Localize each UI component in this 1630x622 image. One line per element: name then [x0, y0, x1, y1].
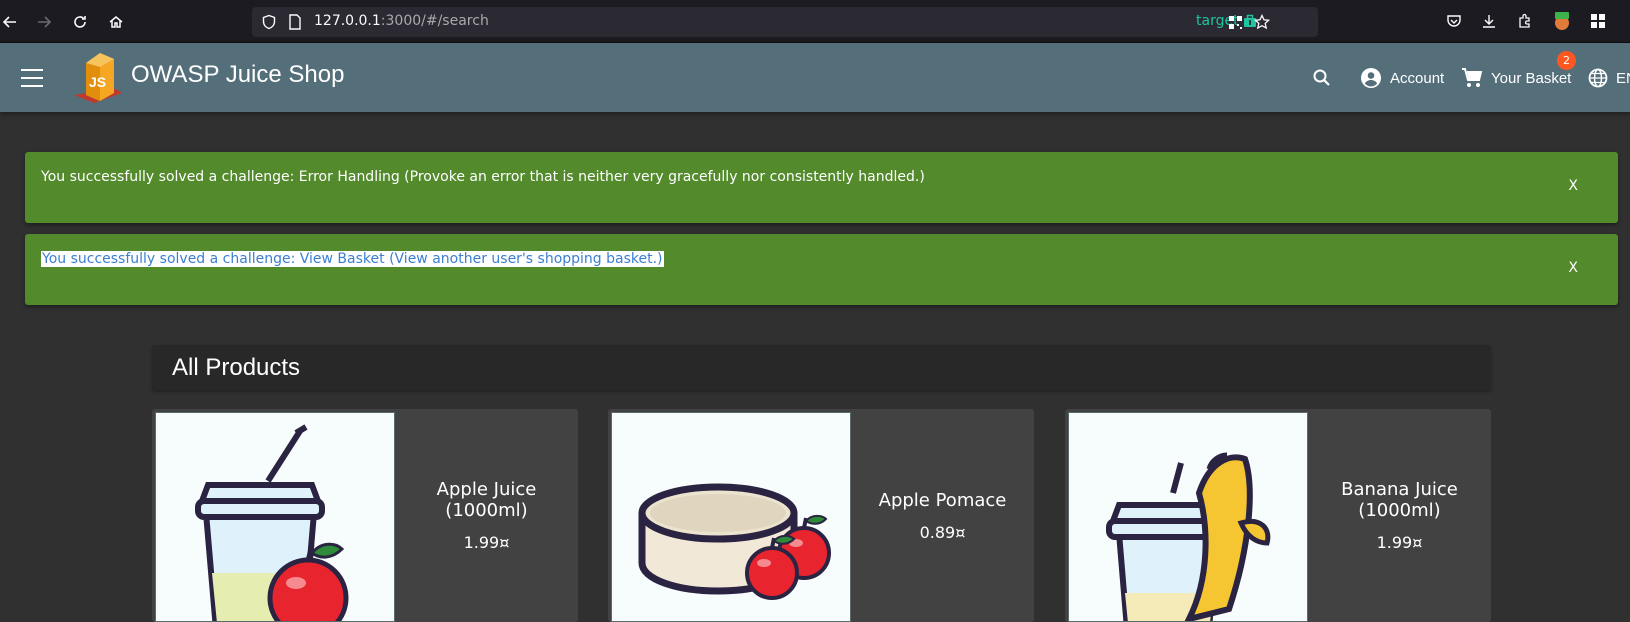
- product-price: 1.99¤: [1376, 533, 1423, 552]
- extensions-icon[interactable]: [1514, 10, 1536, 32]
- forward-arrow-icon[interactable]: [30, 8, 58, 36]
- url-text[interactable]: 127.0.0.1:3000/#/search: [314, 13, 489, 29]
- pocket-icon[interactable]: [1443, 10, 1465, 32]
- bookmark-star-icon[interactable]: [1253, 13, 1271, 31]
- account-label: Account: [1390, 69, 1445, 87]
- qr-code-icon[interactable]: [1226, 13, 1244, 31]
- address-bar[interactable]: 127.0.0.1:3000/#/search target: [252, 7, 1318, 37]
- reload-icon[interactable]: [66, 8, 94, 36]
- product-card[interactable]: Apple Pomace 0.89¤: [608, 409, 1034, 622]
- search-icon: [1313, 69, 1330, 86]
- account-circle-icon: [1361, 68, 1381, 88]
- product-card[interactable]: Apple Juice (1000ml) 1.99¤: [152, 409, 578, 622]
- basket-label: Your Basket: [1491, 69, 1572, 87]
- app-title[interactable]: OWASP Juice Shop: [131, 61, 344, 89]
- shopping-cart-icon: [1462, 68, 1483, 87]
- close-notification-button[interactable]: X: [1568, 260, 1578, 276]
- back-arrow-icon[interactable]: [0, 8, 24, 36]
- notification-text: You successfully solved a challenge: Err…: [41, 169, 925, 185]
- juice-shop-logo[interactable]: JS: [72, 49, 124, 105]
- shield-icon[interactable]: [260, 13, 278, 31]
- product-price: 1.99¤: [463, 533, 510, 552]
- svg-text:JS: JS: [89, 74, 106, 90]
- product-name: Apple Juice (1000ml): [436, 479, 537, 521]
- page-title: All Products: [172, 354, 301, 381]
- product-card[interactable]: Banana Juice (1000ml) 1.99¤: [1065, 409, 1491, 622]
- language-button[interactable]: EN: [1588, 63, 1630, 93]
- basket-button[interactable]: Your Basket: [1461, 63, 1571, 93]
- product-image[interactable]: [611, 412, 851, 622]
- app-grid-icon[interactable]: [1587, 10, 1609, 32]
- challenge-solved-snackbar: You successfully solved a challenge: Vie…: [25, 234, 1618, 305]
- download-icon[interactable]: [1478, 10, 1500, 32]
- challenge-solved-snackbar: You successfully solved a challenge: Err…: [25, 152, 1618, 223]
- home-icon[interactable]: [102, 8, 130, 36]
- product-info[interactable]: Apple Juice (1000ml) 1.99¤: [395, 409, 578, 622]
- app-toolbar: JS OWASP Juice Shop Account Your Basket …: [0, 43, 1630, 112]
- all-products-header: All Products: [152, 345, 1491, 390]
- account-button[interactable]: Account: [1360, 63, 1444, 93]
- product-name: Banana Juice (1000ml): [1341, 479, 1458, 521]
- foxyproxy-icon[interactable]: [1551, 10, 1573, 32]
- language-label: EN: [1616, 69, 1630, 87]
- product-info[interactable]: Apple Pomace 0.89¤: [851, 409, 1034, 622]
- browser-toolbar: 127.0.0.1:3000/#/search target: [0, 0, 1630, 43]
- product-image[interactable]: [155, 412, 395, 622]
- close-notification-button[interactable]: X: [1568, 178, 1578, 194]
- menu-icon[interactable]: [18, 65, 46, 91]
- page-icon[interactable]: [286, 13, 304, 31]
- notification-text: You successfully solved a challenge: Vie…: [41, 251, 664, 267]
- product-image[interactable]: [1068, 412, 1308, 622]
- product-price: 0.89¤: [919, 522, 966, 542]
- product-name: Apple Pomace: [878, 489, 1007, 511]
- product-info[interactable]: Banana Juice (1000ml) 1.99¤: [1308, 409, 1491, 622]
- globe-icon: [1588, 68, 1608, 88]
- basket-count-badge: 2: [1557, 51, 1576, 70]
- search-button[interactable]: [1312, 63, 1332, 93]
